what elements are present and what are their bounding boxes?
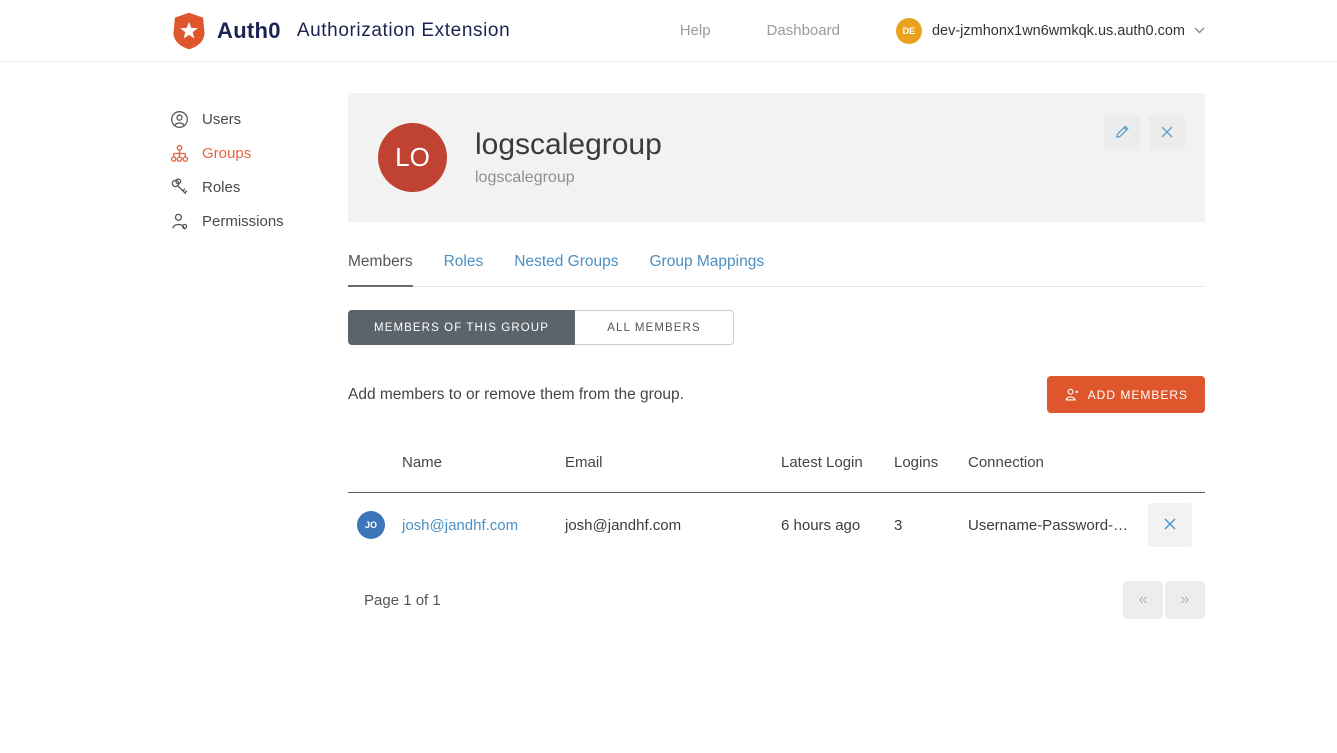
header-nav: Help Dashboard DE dev-jzmhonx1wn6wmkqk.u… <box>680 18 1205 44</box>
sidebar-item-label: Groups <box>202 145 251 162</box>
group-title: logscalegroup <box>475 128 662 162</box>
sidebar-item-roles[interactable]: Roles <box>170 170 348 204</box>
nav-link-dashboard[interactable]: Dashboard <box>767 22 840 39</box>
close-icon <box>1159 124 1175 143</box>
tenant-menu[interactable]: DE dev-jzmhonx1wn6wmkqk.us.auth0.com <box>896 18 1205 44</box>
sidebar-item-groups[interactable]: Groups <box>170 136 348 170</box>
member-email-cell: josh@jandhf.com <box>565 517 781 534</box>
col-logins: Logins <box>894 454 968 471</box>
brand: Auth0 Authorization Extension <box>172 12 510 50</box>
member-logins-cell: 3 <box>894 517 968 534</box>
member-name-link[interactable]: josh@jandhf.com <box>402 517 518 534</box>
page-indicator: Page 1 of 1 <box>348 592 441 609</box>
member-avatar: JO <box>357 511 385 539</box>
group-actions <box>1095 115 1185 151</box>
member-name-cell: josh@jandhf.com <box>402 517 565 534</box>
tab-bar: Members Roles Nested Groups Group Mappin… <box>348 244 1205 287</box>
table-row: JO josh@jandhf.com josh@jandhf.com 6 hou… <box>348 493 1205 557</box>
group-subtitle: logscalegroup <box>475 169 662 187</box>
sidebar: Users Groups Roles <box>0 62 348 619</box>
pencil-icon <box>1114 123 1131 143</box>
person-plus-icon <box>1064 387 1079 402</box>
chevron-down-icon <box>1194 27 1205 34</box>
first-page-button[interactable]: « <box>1123 581 1163 619</box>
col-name: Name <box>402 454 565 471</box>
auth0-logo-icon <box>172 12 206 50</box>
add-members-button[interactable]: ADD MEMBERS <box>1047 376 1205 413</box>
toggle-all-members[interactable]: ALL MEMBERS <box>575 310 734 345</box>
user-icon <box>170 110 189 129</box>
members-table: Name Email Latest Login Logins Connectio… <box>348 454 1205 557</box>
members-description: Add members to or remove them from the g… <box>348 386 684 404</box>
tenant-name: dev-jzmhonx1wn6wmkqk.us.auth0.com <box>932 23 1185 39</box>
pager-buttons: « » <box>1121 581 1205 619</box>
brand-name: Auth0 <box>217 18 281 44</box>
group-header-card: LO logscalegroup logscalegroup <box>348 93 1205 222</box>
tab-members[interactable]: Members <box>348 244 413 287</box>
members-description-row: Add members to or remove them from the g… <box>348 376 1205 413</box>
toggle-members-of-this-group[interactable]: MEMBERS OF THIS GROUP <box>348 310 575 345</box>
top-header: Auth0 Authorization Extension Help Dashb… <box>0 0 1337 62</box>
pagination: Page 1 of 1 « » <box>348 581 1205 619</box>
tab-nested-groups[interactable]: Nested Groups <box>514 244 618 286</box>
close-group-button[interactable] <box>1149 115 1185 151</box>
nav-link-help[interactable]: Help <box>680 22 711 39</box>
hierarchy-icon <box>170 144 189 163</box>
sidebar-item-label: Users <box>202 111 241 128</box>
table-header-row: Name Email Latest Login Logins Connectio… <box>348 454 1205 493</box>
add-members-label: ADD MEMBERS <box>1088 388 1188 402</box>
main-content: LO logscalegroup logscalegroup <box>348 62 1205 619</box>
close-icon <box>1162 516 1178 535</box>
col-latest-login: Latest Login <box>781 454 894 471</box>
sidebar-item-permissions[interactable]: Permissions <box>170 204 348 238</box>
member-latest-login-cell: 6 hours ago <box>781 517 894 534</box>
group-info: logscalegroup logscalegroup <box>475 128 662 187</box>
member-connection-cell: Username-Password-Au… <box>968 517 1148 534</box>
sidebar-item-label: Roles <box>202 179 240 196</box>
group-avatar: LO <box>378 123 447 192</box>
tab-group-mappings[interactable]: Group Mappings <box>650 244 765 286</box>
person-badge-icon <box>170 212 189 231</box>
sidebar-item-users[interactable]: Users <box>170 102 348 136</box>
tenant-avatar: DE <box>896 18 922 44</box>
tab-roles[interactable]: Roles <box>444 244 484 286</box>
keys-icon <box>170 178 189 197</box>
remove-member-button[interactable] <box>1148 503 1192 547</box>
col-email: Email <box>565 454 781 471</box>
last-page-button[interactable]: » <box>1165 581 1205 619</box>
sidebar-item-label: Permissions <box>202 213 284 230</box>
col-connection: Connection <box>968 454 1148 471</box>
members-filter-toggle: MEMBERS OF THIS GROUP ALL MEMBERS <box>348 310 734 345</box>
page-title: Authorization Extension <box>297 20 510 42</box>
edit-group-button[interactable] <box>1104 115 1140 151</box>
